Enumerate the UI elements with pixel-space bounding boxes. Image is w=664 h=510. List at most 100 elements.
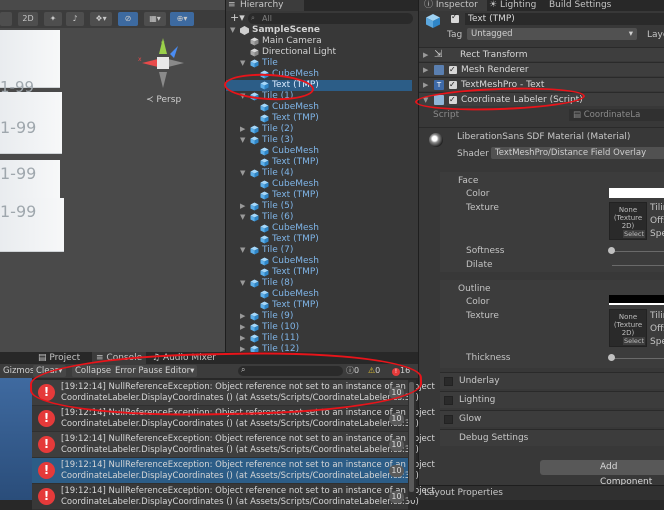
fold-arrow-icon[interactable]: ▼ <box>240 58 248 69</box>
add-object-button[interactable]: +▾ <box>230 11 245 24</box>
hierarchy-item[interactable]: ▼ Tile (8) <box>226 278 412 289</box>
lighting-foldout[interactable]: Lighting <box>440 391 664 408</box>
hierarchy-item[interactable]: Text (TMP) <box>226 190 412 201</box>
outline-offset-label: Offs <box>650 324 664 334</box>
fold-arrow-icon[interactable]: ▶ <box>240 333 248 344</box>
hierarchy-item[interactable]: ▼ Tile (7) <box>226 245 412 256</box>
component-rect-transform[interactable]: ▶ ⇲ Rect Transform <box>419 47 664 61</box>
hierarchy-item[interactable]: ▶ Tile (11) <box>226 333 412 344</box>
hierarchy-item[interactable]: ▶ Tile (5) <box>226 201 412 212</box>
hierarchy-scene-root[interactable]: ▼ SampleScene <box>226 25 412 36</box>
component-enabled-checkbox[interactable] <box>449 78 457 92</box>
dilate-slider[interactable] <box>612 265 664 266</box>
hierarchy-item-label: Tile <box>262 58 278 68</box>
debug-settings-foldout[interactable]: Debug Settings <box>440 429 664 446</box>
fold-arrow-icon[interactable]: ▼ <box>240 278 248 289</box>
prefab-cube-icon <box>260 224 269 233</box>
chevron-down-icon: ▾ <box>628 29 633 39</box>
tab-project[interactable]: ▤ Project <box>38 352 80 364</box>
add-component-button[interactable]: Add Component <box>540 460 664 487</box>
hierarchy-item[interactable]: Text (TMP) <box>226 234 412 245</box>
hierarchy-item[interactable]: CubeMesh <box>226 102 412 113</box>
softness-slider[interactable] <box>612 251 664 252</box>
hidden-toggle-icon[interactable]: ⊘ <box>118 12 138 26</box>
projection-label[interactable]: ≺ Persp <box>146 95 181 105</box>
hierarchy-item[interactable]: ▶ Tile (2) <box>226 124 412 135</box>
hierarchy-item[interactable]: ▶ Tile (9) <box>226 311 412 322</box>
outline-texture-slot[interactable]: None (Texture 2D) Select <box>609 309 647 347</box>
hierarchy-item[interactable]: Text (TMP) <box>226 300 412 311</box>
softness-slider-knob[interactable] <box>608 247 615 254</box>
hierarchy-search-input[interactable]: ⌕ All <box>248 13 413 24</box>
hierarchy-item[interactable]: ▼ Tile (3) <box>226 135 412 146</box>
tab-build-settings[interactable]: Build Settings <box>549 0 611 11</box>
hierarchy-item[interactable]: Text (TMP) <box>226 113 412 124</box>
tiling-label: Tilin <box>650 203 664 213</box>
audio-toggle-icon[interactable]: ♪ <box>66 12 84 26</box>
grid-toggle-icon[interactable]: ▦▾ <box>144 12 166 26</box>
fold-arrow-icon[interactable]: ▶ <box>240 124 248 135</box>
active-checkbox[interactable] <box>451 12 459 23</box>
log-stacktrace: CoordinateLabeler.DisplayCoordinates () … <box>61 497 419 507</box>
object-name-field[interactable]: Text (TMP) <box>465 13 664 25</box>
console-log-entry[interactable]: ! [19:12:14] NullReferenceException: Obje… <box>32 484 435 510</box>
hierarchy-item[interactable]: CubeMesh <box>226 289 412 300</box>
layout-properties-header[interactable]: Layout Properties <box>418 485 664 500</box>
persp-toggle-button[interactable] <box>0 12 12 26</box>
hierarchy-item[interactable]: CubeMesh <box>226 179 412 190</box>
gizmos-button[interactable]: Gizmos <box>0 365 37 377</box>
console-scrollbar[interactable] <box>408 380 416 500</box>
hierarchy-item[interactable]: ▼ Tile (4) <box>226 168 412 179</box>
tab-lighting[interactable]: ☀ Lighting <box>489 0 536 11</box>
tab-hierarchy[interactable]: ≡ Hierarchy <box>226 0 304 11</box>
component-mesh-renderer[interactable]: ▶ Mesh Renderer <box>419 62 664 77</box>
game-view-preview <box>0 378 32 500</box>
hierarchy-item[interactable]: ▼ Tile (6) <box>226 212 412 223</box>
tag-dropdown[interactable]: Untagged ▾ <box>467 28 637 40</box>
console-log-entry[interactable]: ! [19:12:14] NullReferenceException: Obje… <box>32 458 435 484</box>
thickness-label: Thickness <box>466 353 511 363</box>
hierarchy-item[interactable]: Directional Light <box>226 47 412 58</box>
console-log-entry[interactable]: ! [19:12:14] NullReferenceException: Obje… <box>32 432 435 458</box>
underlay-foldout[interactable]: Underlay <box>440 372 664 389</box>
effects-toggle-icon[interactable]: ❖▾ <box>90 12 112 26</box>
hierarchy-item[interactable]: Text (TMP) <box>226 157 412 168</box>
face-color-swatch[interactable] <box>609 188 664 198</box>
fold-arrow-icon[interactable]: ▼ <box>240 212 248 223</box>
script-object-field[interactable]: ▤ CoordinateLa <box>569 109 664 121</box>
gizmos-toggle-icon[interactable]: ⊕▾ <box>170 12 194 26</box>
glow-foldout[interactable]: Glow <box>440 410 664 427</box>
scene-view[interactable]: 2D ✦ ♪ ❖▾ ⊘ ▦▾ ⊕▾ 1-99 1-99 1-99 1-99 y … <box>0 0 225 352</box>
face-texture-slot[interactable]: None (Texture 2D) Select <box>609 202 647 240</box>
hierarchy-item[interactable]: CubeMesh <box>226 146 412 157</box>
hierarchy-item[interactable]: CubeMesh <box>226 223 412 234</box>
thickness-slider[interactable] <box>612 358 664 359</box>
hierarchy-item-label: CubeMesh <box>272 289 319 299</box>
outline-color-swatch[interactable] <box>609 295 664 305</box>
component-enabled-checkbox[interactable] <box>449 63 457 77</box>
lighting-toggle-icon[interactable]: ✦ <box>44 12 62 26</box>
tab-inspector[interactable]: ⓘ Inspector <box>419 0 487 11</box>
fold-arrow-icon[interactable]: ▶ <box>240 201 248 212</box>
thickness-slider-knob[interactable] <box>608 354 615 361</box>
tile-label: 1-99 <box>0 118 37 137</box>
hierarchy-item[interactable]: ▶ Tile (10) <box>226 322 412 333</box>
hierarchy-item[interactable]: Main Camera <box>226 36 412 47</box>
face-texture-select-button[interactable]: Select <box>622 230 645 238</box>
orientation-gizmo-icon[interactable]: y x <box>138 36 188 94</box>
outline-tiling-label: Tilin <box>650 311 664 321</box>
hierarchy-item[interactable]: Text (TMP) <box>226 267 412 278</box>
outline-texture-select-button[interactable]: Select <box>622 337 645 345</box>
log-count-badge: 10 <box>389 413 404 425</box>
mode-2d-button[interactable]: 2D <box>18 12 38 26</box>
fold-arrow-icon[interactable]: ▼ <box>240 135 248 146</box>
face-color-label: Color <box>466 189 490 199</box>
hierarchy-item[interactable]: ▼ Tile <box>226 58 412 69</box>
shader-dropdown[interactable]: TextMeshPro/Distance Field Overlay <box>491 147 664 159</box>
fold-arrow-icon[interactable]: ▼ <box>240 245 248 256</box>
fold-arrow-icon[interactable]: ▶ <box>240 311 248 322</box>
fold-arrow-icon[interactable]: ▼ <box>240 168 248 179</box>
fold-arrow-icon[interactable]: ▶ <box>240 322 248 333</box>
hierarchy-item[interactable]: CubeMesh <box>226 256 412 267</box>
fold-arrow-icon[interactable]: ▼ <box>230 25 238 36</box>
